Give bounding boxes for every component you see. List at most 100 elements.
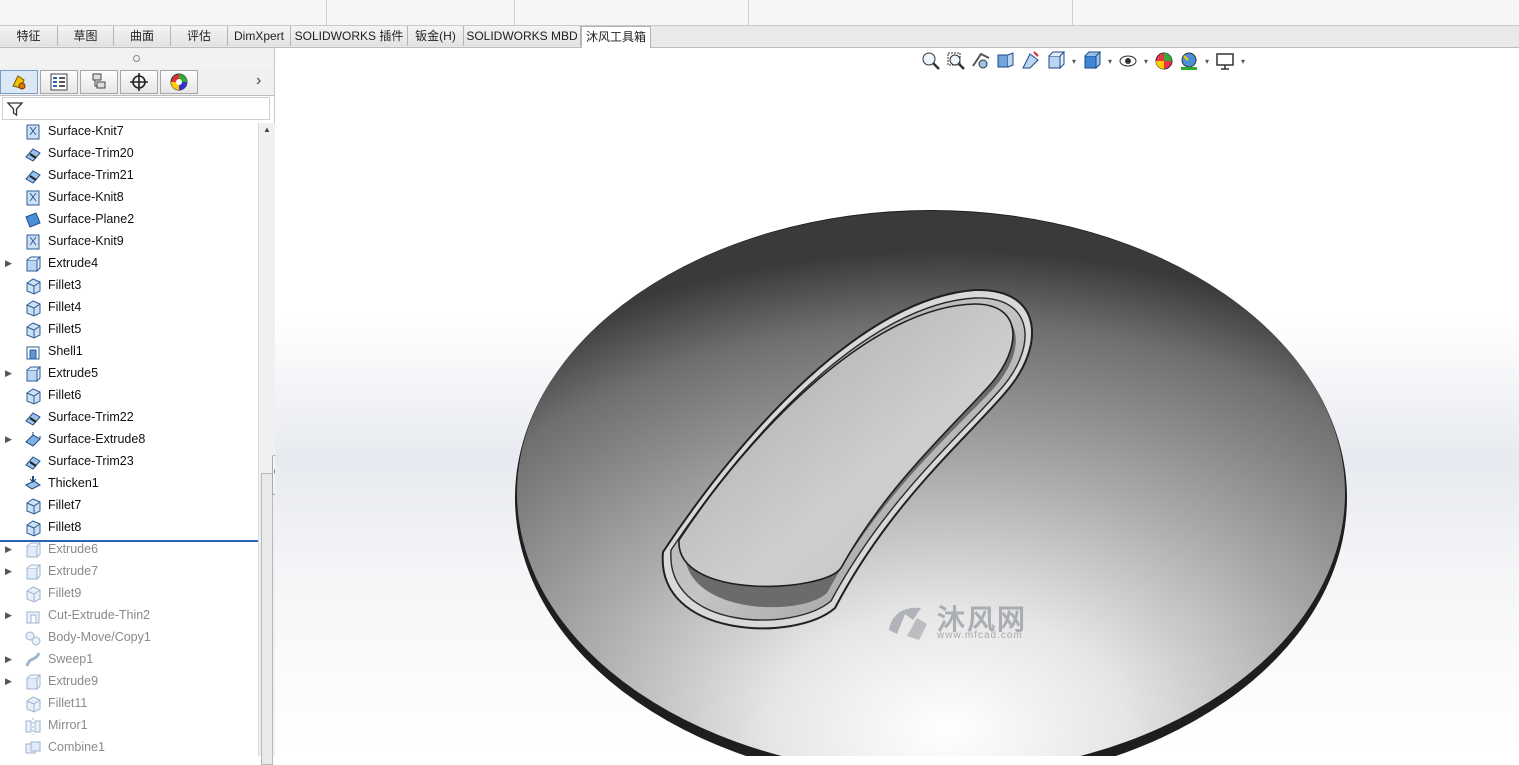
expand-arrow-icon[interactable]: ▶ <box>5 610 12 621</box>
feature-tree-item[interactable]: Surface-Trim23 <box>0 451 258 473</box>
tab-9[interactable]: 沐风工具箱 <box>581 26 651 48</box>
fillet-icon <box>24 519 42 537</box>
configuration-manager-icon <box>92 73 106 89</box>
expand-arrow-icon[interactable]: ▶ <box>5 676 12 687</box>
hide-show-items-icon[interactable] <box>1117 50 1139 72</box>
chevron-down-icon[interactable]: ▾ <box>1203 57 1211 66</box>
feature-label: Extrude6 <box>48 542 99 556</box>
chevron-down-icon[interactable]: ▾ <box>1142 57 1150 66</box>
section-view-icon[interactable] <box>995 50 1017 72</box>
view-orientation-icon[interactable] <box>1045 50 1067 72</box>
feature-tree-item[interactable]: Shell1 <box>0 341 258 363</box>
tab-8[interactable]: SOLIDWORKS MBD <box>464 26 581 46</box>
feature-tree-item[interactable]: Fillet5 <box>0 319 258 341</box>
watermark-url: www.mfcad.com <box>937 630 1023 641</box>
feature-manager-tab[interactable] <box>0 70 38 94</box>
expand-arrow-icon[interactable]: ▶ <box>5 368 12 379</box>
feature-tree-item[interactable]: Body-Move/Copy1 <box>0 627 258 649</box>
tab-1[interactable]: 特征 <box>0 26 58 46</box>
extrude-icon <box>24 255 42 273</box>
feature-tree-item[interactable]: Surface-Knit9 <box>0 231 258 253</box>
feature-tree-item[interactable]: ▶ Sweep1 <box>0 649 258 671</box>
feature-tree-item[interactable]: ▶ Extrude4 <box>0 253 258 275</box>
chevron-down-icon[interactable]: ▾ <box>1106 57 1114 66</box>
chevron-down-icon[interactable]: ▾ <box>1070 57 1078 66</box>
feature-tree-item[interactable]: Combine1 <box>0 737 258 756</box>
display-style-icon[interactable] <box>1081 50 1103 72</box>
zoom-to-area-icon[interactable] <box>945 50 967 72</box>
configuration-manager-tab[interactable] <box>80 70 118 94</box>
fillet-icon <box>24 497 42 515</box>
tab-3[interactable]: 曲面 <box>114 26 171 46</box>
fillet-icon <box>24 277 42 295</box>
dimxpert-manager-tab[interactable] <box>120 70 158 94</box>
chevron-down-icon[interactable]: ▾ <box>1239 57 1247 66</box>
mfcad-logo-icon <box>889 607 927 640</box>
rollback-bar[interactable] <box>0 540 258 542</box>
expand-arrow-icon[interactable]: ▶ <box>5 258 12 269</box>
panel-grip[interactable] <box>0 48 274 68</box>
feature-tree-item[interactable]: Surface-Trim21 <box>0 165 258 187</box>
feature-tree-item[interactable]: Surface-Trim20 <box>0 143 258 165</box>
expand-arrow-icon[interactable]: ▶ <box>5 434 12 445</box>
scroll-up-icon[interactable]: ▲ <box>263 125 271 134</box>
tab-4[interactable]: 评估 <box>171 26 228 46</box>
feature-tree-item[interactable]: Surface-Knit7 <box>0 123 258 143</box>
feature-tree-item[interactable]: ▶ Extrude6 <box>0 539 258 561</box>
feature-label: Surface-Trim21 <box>48 168 134 182</box>
feature-tree-item[interactable]: ▶ Surface-Extrude8 <box>0 429 258 451</box>
chevron-right-icon[interactable]: › <box>256 72 261 90</box>
previous-view-icon[interactable] <box>970 50 992 72</box>
graphics-area[interactable]: ▾ ▾ ▾ ▾ ▾ 沐风网 www.mfcad.com <box>275 48 1519 756</box>
display-manager-tab[interactable] <box>160 70 198 94</box>
view-settings-icon[interactable] <box>1214 50 1236 72</box>
dynamic-annotation-icon[interactable] <box>1020 50 1042 72</box>
tab-6[interactable]: SOLIDWORKS 插件 <box>291 26 408 46</box>
feature-tree-item[interactable]: Surface-Trim22 <box>0 407 258 429</box>
feature-tree-scrollbar[interactable]: ▲ <box>258 123 275 765</box>
feature-label: Fillet3 <box>48 278 82 292</box>
feature-label: Fillet9 <box>48 586 82 600</box>
feature-tree-item[interactable]: ▶ Extrude7 <box>0 561 258 583</box>
feature-label: Extrude4 <box>48 256 99 270</box>
feature-tree-item[interactable]: Fillet11 <box>0 693 258 715</box>
feature-tree-item[interactable]: Fillet3 <box>0 275 258 297</box>
crosshair-icon <box>130 73 148 91</box>
zoom-to-fit-icon[interactable] <box>920 50 942 72</box>
ribbon-group <box>0 0 327 25</box>
feature-tree-item[interactable]: ▶ Cut-Extrude-Thin2 <box>0 605 258 627</box>
feature-tree-item[interactable]: Fillet7 <box>0 495 258 517</box>
feature-tree-item[interactable]: ▶ Extrude9 <box>0 671 258 693</box>
ribbon-group <box>748 0 1073 25</box>
property-manager-tab[interactable] <box>40 70 78 94</box>
tab-7[interactable]: 钣金(H) <box>408 26 464 46</box>
tab-5[interactable]: DimXpert <box>228 26 291 46</box>
apply-scene-icon[interactable] <box>1178 50 1200 72</box>
feature-tree-filter[interactable] <box>2 97 270 120</box>
fillet-icon <box>24 585 42 603</box>
feature-tree-item[interactable]: Mirror1 <box>0 715 258 737</box>
expand-arrow-icon[interactable]: ▶ <box>5 654 12 665</box>
feature-label: Surface-Trim22 <box>48 410 134 424</box>
feature-tree-item[interactable]: Fillet4 <box>0 297 258 319</box>
tab-2[interactable]: 草图 <box>58 26 114 46</box>
fillet-icon <box>24 299 42 317</box>
feature-tree-item[interactable]: Surface-Plane2 <box>0 209 258 231</box>
feature-label: Mirror1 <box>48 718 88 732</box>
expand-arrow-icon[interactable]: ▶ <box>5 544 12 555</box>
expand-arrow-icon[interactable]: ▶ <box>5 566 12 577</box>
feature-tree-item[interactable]: Fillet6 <box>0 385 258 407</box>
feature-tree-item[interactable]: ▶ Extrude5 <box>0 363 258 385</box>
feature-tree-item[interactable]: Fillet9 <box>0 583 258 605</box>
feature-tree-item[interactable]: Surface-Knit8 <box>0 187 258 209</box>
mirror-icon <box>24 717 42 735</box>
feature-tree-item[interactable]: Fillet8 <box>0 517 258 539</box>
surface-plane-icon <box>24 211 42 229</box>
property-manager-icon <box>50 73 68 91</box>
feature-tree: Surface-Knit7 Surface-Trim20 Surface-Trim2… <box>0 123 258 756</box>
feature-tree-item[interactable]: Thicken1 <box>0 473 258 495</box>
surface-knit-icon <box>24 233 42 251</box>
edit-appearance-icon[interactable] <box>1153 50 1175 72</box>
scrollbar-thumb[interactable] <box>261 473 273 765</box>
cut-extrude-icon <box>24 607 42 625</box>
